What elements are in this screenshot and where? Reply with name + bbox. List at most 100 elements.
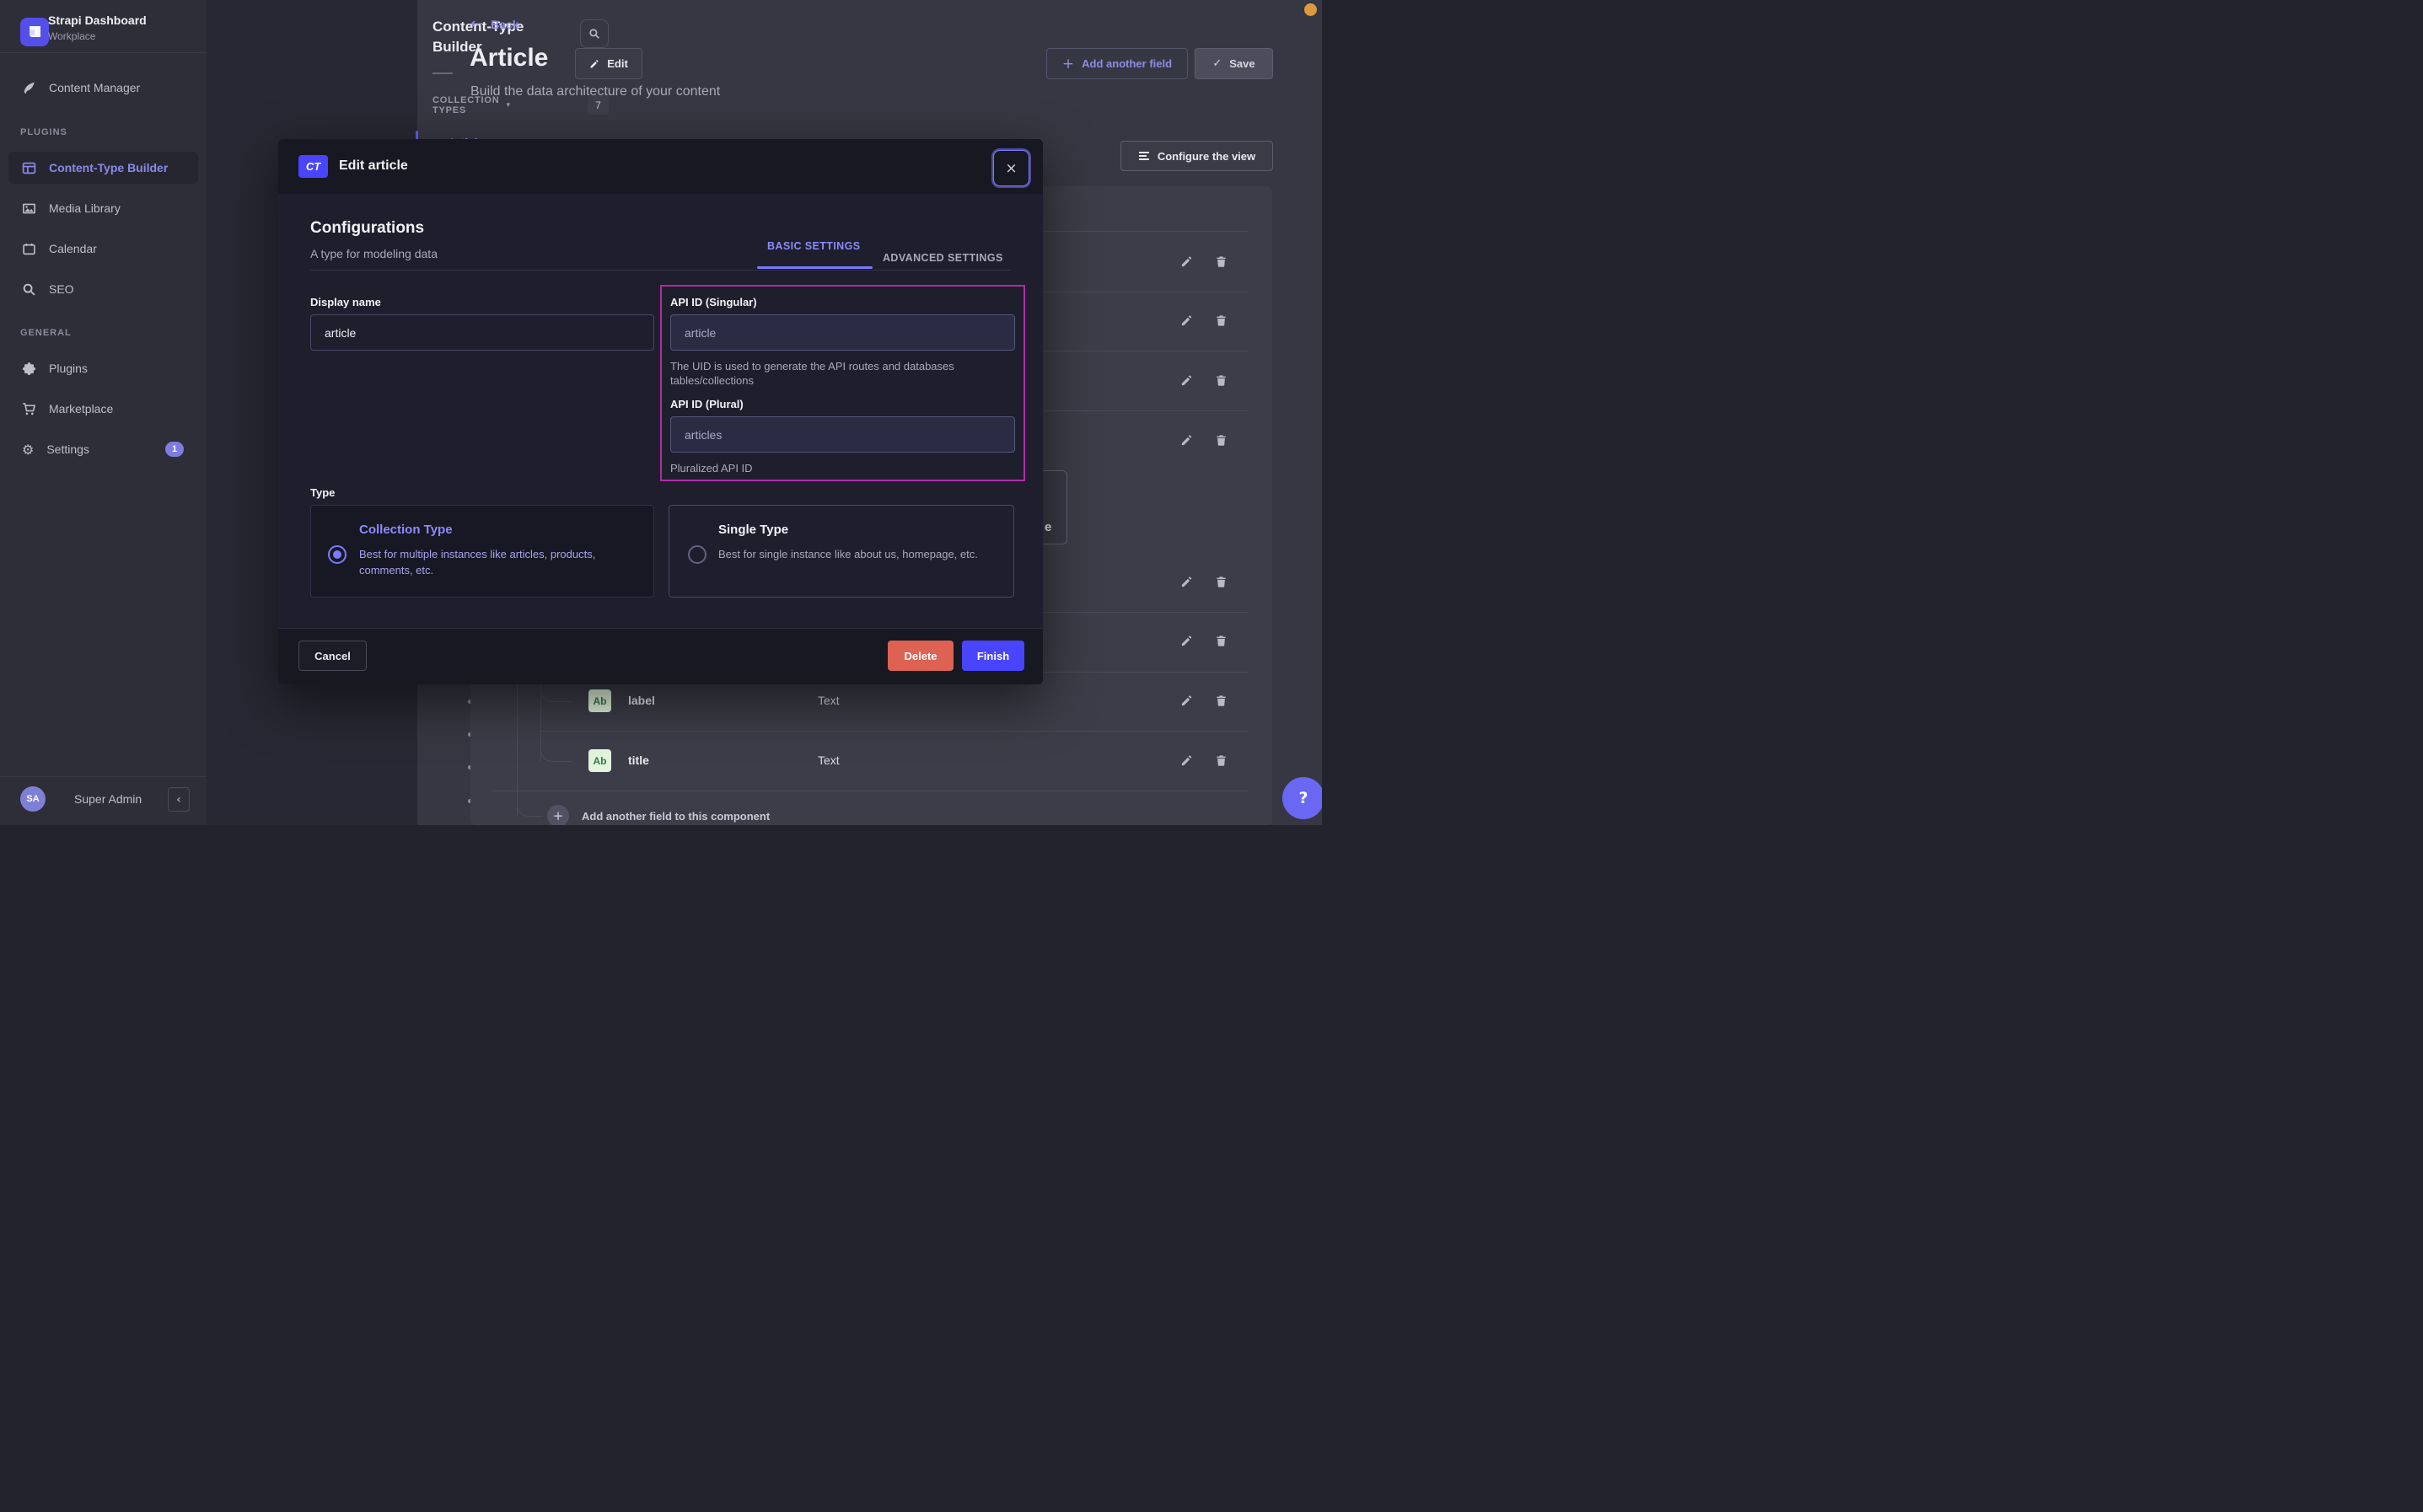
modal-heading: Configurations xyxy=(310,219,424,238)
single-type-title: Single Type xyxy=(718,523,788,537)
page-subtitle: Build the data architecture of your cont… xyxy=(470,84,720,99)
sidebar-item-plugins[interactable]: Plugins xyxy=(0,351,207,385)
calendar-icon xyxy=(22,242,36,256)
collection-type-desc: Best for multiple instances like article… xyxy=(359,546,616,578)
edit-field-button[interactable] xyxy=(1180,374,1193,387)
delete-field-button[interactable] xyxy=(1215,255,1228,268)
sidebar-item-label: SEO xyxy=(49,282,74,296)
modal-title: Edit article xyxy=(339,158,408,174)
edit-article-modal: CT Edit article × Configurations A type … xyxy=(278,139,1043,684)
workspace-name: Workplace xyxy=(48,30,95,42)
help-button[interactable]: ? xyxy=(1282,777,1322,819)
close-icon[interactable]: × xyxy=(993,150,1029,186)
settings-badge: 1 xyxy=(165,442,184,457)
api-id-plural-input[interactable] xyxy=(670,416,1015,453)
collapse-sidebar-button[interactable]: ‹ xyxy=(168,787,190,812)
tab-advanced-settings[interactable]: ADVANCED SETTINGS xyxy=(883,252,1043,264)
text-field-badge: Ab xyxy=(588,689,611,712)
cancel-button[interactable]: Cancel xyxy=(298,641,367,671)
image-icon xyxy=(22,201,36,216)
edit-field-button[interactable] xyxy=(1180,754,1193,767)
sidebar-section-plugins: PLUGINS xyxy=(20,127,67,137)
sidebar-item-media-library[interactable]: Media Library xyxy=(0,191,207,225)
back-link[interactable]: ← Back xyxy=(470,17,519,32)
page-title: Article xyxy=(470,44,548,72)
sidebar-item-content-manager[interactable]: Content Manager xyxy=(0,71,207,105)
search-icon xyxy=(588,28,600,40)
delete-button[interactable]: Delete xyxy=(888,641,954,671)
table-row-actions xyxy=(1180,314,1228,327)
api-id-singular-label: API ID (Singular) xyxy=(670,296,757,308)
field-name: label xyxy=(628,694,655,707)
edit-field-button[interactable] xyxy=(1180,255,1193,268)
text-field-badge: Ab xyxy=(588,749,611,772)
sidebar-item-label: Content-Type Builder xyxy=(49,161,168,174)
table-row-actions xyxy=(1180,434,1228,447)
radio-unselected-icon[interactable] xyxy=(688,545,706,564)
edit-field-button[interactable] xyxy=(1180,314,1193,327)
field-type: Text xyxy=(818,694,840,707)
field-name: title xyxy=(628,753,649,767)
api-id-singular-input[interactable] xyxy=(670,314,1015,351)
modal-subheading: A type for modeling data xyxy=(310,247,438,260)
sidebar-item-content-type-builder[interactable]: Content-Type Builder xyxy=(8,152,198,184)
table-row-actions xyxy=(1180,635,1228,647)
collection-type-card[interactable]: Collection Type Best for multiple instan… xyxy=(310,505,654,598)
edit-field-button[interactable] xyxy=(1180,434,1193,447)
edit-button[interactable]: Edit xyxy=(575,48,642,79)
truncated-text: e xyxy=(1045,520,1051,534)
app-window: Strapi Dashboard Workplace Content Manag… xyxy=(0,0,1322,825)
sidebar-item-label: Content Manager xyxy=(49,81,140,94)
edit-field-button[interactable] xyxy=(1180,694,1193,707)
search-icon xyxy=(22,282,36,297)
delete-field-button[interactable] xyxy=(1215,694,1228,707)
user-name: Super Admin xyxy=(74,792,142,806)
sidebar-item-seo[interactable]: SEO xyxy=(0,272,207,306)
table-row-actions xyxy=(1180,754,1228,767)
sidebar-item-marketplace[interactable]: Marketplace xyxy=(0,392,207,426)
configure-view-button[interactable]: Configure the view xyxy=(1120,141,1273,171)
add-field-to-component-button[interactable]: + Add another field to this component xyxy=(547,805,770,825)
pencil-icon xyxy=(589,59,599,69)
radio-selected-icon[interactable] xyxy=(328,545,347,564)
sidebar-item-calendar[interactable]: Calendar xyxy=(0,232,207,265)
sidebar-item-label: Plugins xyxy=(49,362,88,375)
puzzle-icon xyxy=(22,362,36,376)
avatar[interactable]: SA xyxy=(20,786,46,812)
sidebar-section-general: GENERAL xyxy=(20,328,72,338)
add-another-field-button[interactable]: + Add another field xyxy=(1046,48,1188,79)
main-sidebar: Strapi Dashboard Workplace Content Manag… xyxy=(0,0,207,825)
finish-button[interactable]: Finish xyxy=(962,641,1024,671)
strapi-logo-icon xyxy=(20,18,49,46)
modal-footer: Cancel Delete Finish xyxy=(278,628,1043,684)
single-type-card[interactable]: Single Type Best for single instance lik… xyxy=(669,505,1014,598)
api-id-highlight-box: API ID (Singular) The UID is used to gen… xyxy=(660,285,1025,481)
delete-field-button[interactable] xyxy=(1215,374,1228,387)
edit-field-button[interactable] xyxy=(1180,576,1193,588)
delete-field-button[interactable] xyxy=(1215,434,1228,447)
sidebar-item-label: Settings xyxy=(46,442,89,456)
api-id-plural-label: API ID (Plural) xyxy=(670,398,744,410)
gear-icon: ⚙ xyxy=(22,442,34,457)
cart-icon xyxy=(22,402,36,416)
sidebar-item-label: Marketplace xyxy=(49,402,113,416)
plus-circle-icon: + xyxy=(547,805,569,825)
delete-field-button[interactable] xyxy=(1215,576,1228,588)
table-row-actions xyxy=(1180,255,1228,268)
delete-field-button[interactable] xyxy=(1215,314,1228,327)
field-type: Text xyxy=(818,753,840,767)
delete-field-button[interactable] xyxy=(1215,635,1228,647)
sidebar-item-label: Calendar xyxy=(49,242,97,255)
display-name-input[interactable] xyxy=(310,314,654,351)
delete-field-button[interactable] xyxy=(1215,754,1228,767)
plus-icon: + xyxy=(1062,56,1074,72)
api-id-singular-help: The UID is used to generate the API rout… xyxy=(670,359,986,388)
tab-basic-settings[interactable]: BASIC SETTINGS xyxy=(767,240,1043,252)
edit-field-button[interactable] xyxy=(1180,635,1193,647)
search-button[interactable] xyxy=(580,19,609,48)
display-name-label: Display name xyxy=(310,296,381,308)
active-tab-underline xyxy=(757,266,873,269)
save-button[interactable]: ✓ Save xyxy=(1195,48,1273,79)
layout-grid-icon xyxy=(22,161,36,175)
recording-dot-icon xyxy=(1304,3,1317,16)
